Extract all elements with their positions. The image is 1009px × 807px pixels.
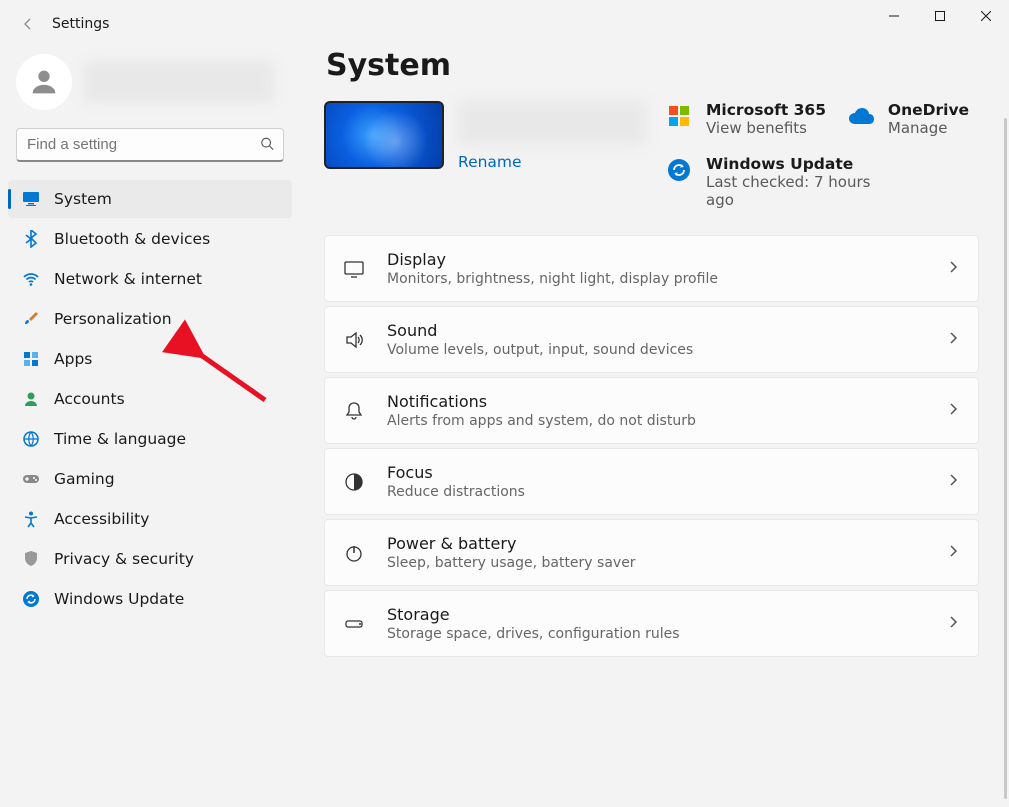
display-icon <box>343 258 365 280</box>
bluetooth-icon <box>22 230 40 248</box>
device-thumbnail[interactable] <box>324 101 444 169</box>
card-power-battery[interactable]: Power & battery Sleep, battery usage, bat… <box>324 519 979 586</box>
window-controls <box>871 0 1009 32</box>
sidebar-item-label: Network & internet <box>54 270 202 288</box>
sidebar-item-windows-update[interactable]: Windows Update <box>8 580 292 618</box>
card-title: Display <box>387 250 924 269</box>
sidebar-item-label: Accessibility <box>54 510 149 528</box>
sidebar-item-gaming[interactable]: Gaming <box>8 460 292 498</box>
search-icon <box>260 136 274 155</box>
person-icon <box>22 390 40 408</box>
card-description: Monitors, brightness, night light, displ… <box>387 271 924 287</box>
back-button[interactable] <box>16 12 40 36</box>
card-title: Notifications <box>387 392 924 411</box>
sidebar-item-label: Windows Update <box>54 590 184 608</box>
card-title: Storage <box>387 605 924 624</box>
sidebar-item-system[interactable]: System <box>8 180 292 218</box>
minimize-button[interactable] <box>871 0 917 32</box>
sidebar-item-apps[interactable]: Apps <box>8 340 292 378</box>
focus-icon <box>343 471 365 493</box>
sound-icon <box>343 329 365 351</box>
power-icon <box>343 542 365 564</box>
card-sound[interactable]: Sound Volume levels, output, input, sound… <box>324 306 979 373</box>
windows-update-icon <box>666 157 692 183</box>
tile-subtitle: View benefits <box>706 119 836 137</box>
monitor-icon <box>22 190 40 208</box>
card-description: Sleep, battery usage, battery saver <box>387 555 924 571</box>
card-description: Storage space, drives, configuration rul… <box>387 626 924 642</box>
hero-row: Rename Microsoft 365 View benefits OneDr… <box>324 101 979 209</box>
tile-title: Windows Update <box>706 155 979 173</box>
sidebar-item-accounts[interactable]: Accounts <box>8 380 292 418</box>
tile-title: Microsoft 365 <box>706 101 836 119</box>
storage-icon <box>343 613 365 635</box>
wifi-icon <box>22 270 40 288</box>
close-button[interactable] <box>963 0 1009 32</box>
card-title: Focus <box>387 463 924 482</box>
card-description: Reduce distractions <box>387 484 924 500</box>
nav-list: System Bluetooth & devices Network & inter… <box>8 180 292 618</box>
tile-subtitle: Last checked: 7 hours ago <box>706 173 876 209</box>
bell-icon <box>343 400 365 422</box>
sidebar-item-label: Gaming <box>54 470 115 488</box>
sidebar-item-network-internet[interactable]: Network & internet <box>8 260 292 298</box>
sidebar-item-bluetooth-devices[interactable]: Bluetooth & devices <box>8 220 292 258</box>
sidebar-item-label: Privacy & security <box>54 550 194 568</box>
card-display[interactable]: Display Monitors, brightness, night light… <box>324 235 979 302</box>
microsoft-365-tile[interactable]: Microsoft 365 View benefits <box>706 101 836 137</box>
account-name-redacted <box>84 61 274 103</box>
settings-card-list: Display Monitors, brightness, night light… <box>324 235 979 657</box>
card-description: Alerts from apps and system, do not dist… <box>387 413 924 429</box>
page-title: System <box>326 48 979 83</box>
microsoft-365-icon <box>666 103 692 129</box>
card-storage[interactable]: Storage Storage space, drives, configurat… <box>324 590 979 657</box>
tile-subtitle: Manage <box>888 119 979 137</box>
onedrive-tile[interactable]: OneDrive Manage <box>888 101 979 137</box>
accessibility-icon <box>22 510 40 528</box>
chevron-right-icon <box>946 401 960 420</box>
tile-title: OneDrive <box>888 101 979 119</box>
scrollbar[interactable] <box>1004 118 1007 799</box>
sidebar-item-label: Accounts <box>54 390 125 408</box>
sidebar: System Bluetooth & devices Network & inter… <box>0 48 300 807</box>
gamepad-icon <box>22 470 40 488</box>
sidebar-item-label: Time & language <box>54 430 186 448</box>
account-block[interactable] <box>8 48 292 128</box>
globe-icon <box>22 430 40 448</box>
sidebar-item-time-language[interactable]: Time & language <box>8 420 292 458</box>
chevron-right-icon <box>946 543 960 562</box>
card-description: Volume levels, output, input, sound devi… <box>387 342 924 358</box>
search-box <box>16 128 284 162</box>
device-name-redacted <box>458 101 646 145</box>
brush-icon <box>22 310 40 328</box>
chevron-right-icon <box>946 259 960 278</box>
main-panel: System Rename Microsoft 365 View benefit… <box>300 48 1009 807</box>
sidebar-item-privacy-security[interactable]: Privacy & security <box>8 540 292 578</box>
shield-icon <box>22 550 40 568</box>
windows-update-tile[interactable]: Windows Update Last checked: 7 hours ago <box>706 155 979 209</box>
chevron-right-icon <box>946 472 960 491</box>
avatar <box>16 54 72 110</box>
card-notifications[interactable]: Notifications Alerts from apps and system… <box>324 377 979 444</box>
sidebar-item-personalization[interactable]: Personalization <box>8 300 292 338</box>
sidebar-item-label: Bluetooth & devices <box>54 230 210 248</box>
sidebar-item-accessibility[interactable]: Accessibility <box>8 500 292 538</box>
maximize-button[interactable] <box>917 0 963 32</box>
update-icon <box>22 590 40 608</box>
sidebar-item-label: System <box>54 190 112 208</box>
onedrive-icon <box>848 103 874 129</box>
app-title: Settings <box>52 16 109 32</box>
card-title: Sound <box>387 321 924 340</box>
sidebar-item-label: Personalization <box>54 310 172 328</box>
sidebar-item-label: Apps <box>54 350 92 368</box>
chevron-right-icon <box>946 330 960 349</box>
search-input[interactable] <box>16 128 284 162</box>
card-title: Power & battery <box>387 534 924 553</box>
titlebar: Settings <box>0 0 1009 48</box>
apps-icon <box>22 350 40 368</box>
rename-link[interactable]: Rename <box>458 153 646 171</box>
card-focus[interactable]: Focus Reduce distractions <box>324 448 979 515</box>
chevron-right-icon <box>946 614 960 633</box>
